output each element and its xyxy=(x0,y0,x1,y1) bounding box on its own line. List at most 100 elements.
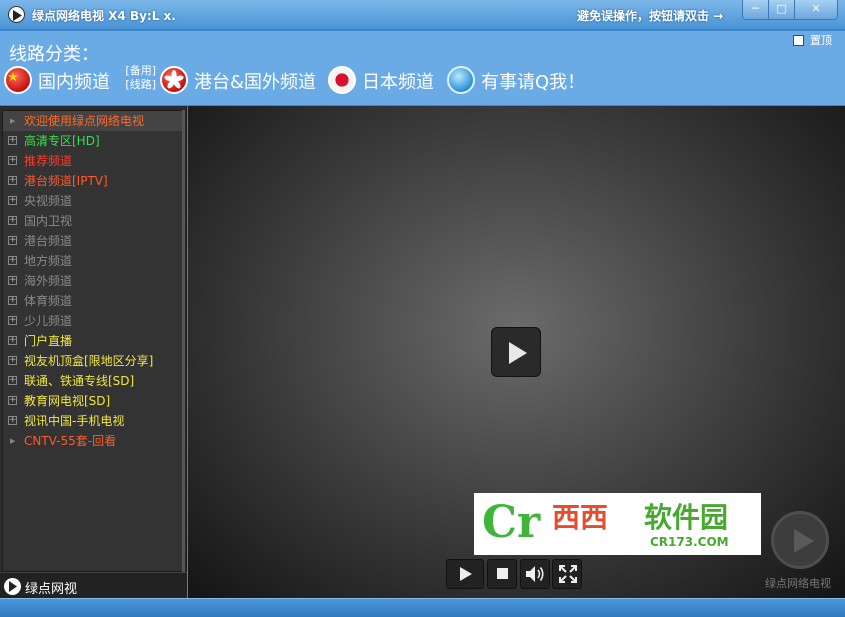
channel-item[interactable]: + 门户直播 xyxy=(3,331,182,351)
channel-item[interactable]: + 视友机顶盒[限地区分享] xyxy=(3,351,182,371)
fullscreen-icon xyxy=(559,565,577,583)
expand-icon: + xyxy=(8,335,17,345)
double-click-hint: 避免误操作，按钮请双击 → xyxy=(577,9,724,23)
expand-icon: + xyxy=(8,155,17,165)
channel-item-label: 推荐频道 xyxy=(24,154,73,168)
channel-list-scrollbar[interactable] xyxy=(182,110,185,572)
expand-icon: + xyxy=(8,275,17,285)
play-icon xyxy=(794,529,814,553)
pin-label[interactable]: 置顶 xyxy=(810,32,832,48)
app-play-icon xyxy=(4,578,21,595)
arrow-right-icon: ▶ xyxy=(10,437,16,445)
channel-item-label: 教育网电视[SD] xyxy=(24,394,111,408)
expand-icon: + xyxy=(8,215,17,225)
route-category-label: 线路分类： xyxy=(9,44,99,65)
expand-icon: + xyxy=(8,295,17,305)
window-title: 绿点网络电视 X4 By:L x. xyxy=(32,9,176,23)
channel-item-label: 海外频道 xyxy=(24,274,73,288)
sidebar-footer-label: 绿点网视 xyxy=(25,582,78,597)
route-japan-label: 日本频道 xyxy=(362,72,434,93)
channel-item-label: 联通、铁通专线[SD] xyxy=(24,374,135,388)
arrow-right-icon: ▶ xyxy=(10,117,16,125)
channel-item-label: 央视频道 xyxy=(24,194,73,208)
channel-item[interactable]: + 地方频道 xyxy=(3,251,182,271)
channel-item[interactable]: + 国内卫视 xyxy=(3,211,182,231)
stop-button[interactable] xyxy=(487,559,517,589)
channel-item-label: 地方频道 xyxy=(24,254,73,268)
expand-icon: + xyxy=(8,195,17,205)
corner-logo-label: 绿点网络电视 xyxy=(765,577,831,590)
route-header: 线路分类： 置顶 国内频道 [备用] [线路] 港台&国外频道 日本频道 有事请… xyxy=(0,31,845,105)
contact-qq-button[interactable]: 有事请Q我！ xyxy=(447,66,592,96)
play-icon xyxy=(460,567,472,581)
video-player[interactable]: Cr 西西 软件园 CR173.COM 绿点网络电视 xyxy=(188,106,845,598)
fullscreen-button[interactable] xyxy=(552,559,582,589)
hongkong-flag-icon xyxy=(160,66,188,94)
corner-logo xyxy=(771,511,829,569)
expand-icon: + xyxy=(8,255,17,265)
channel-list: ▶ 欢迎使用绿点网络电视 + 高清专区[HD] + 推荐频道 + 港台频道[IPTV] + 央视频… xyxy=(2,110,183,572)
expand-icon: + xyxy=(8,135,17,145)
channel-item[interactable]: + 推荐频道 xyxy=(3,151,182,171)
app-play-icon xyxy=(8,6,25,23)
expand-icon: + xyxy=(8,395,17,405)
expand-icon: + xyxy=(8,355,17,365)
expand-icon: + xyxy=(8,175,17,185)
backup-route-label[interactable]: [备用] [线路] xyxy=(116,64,156,92)
channel-item[interactable]: + 高清专区[HD] xyxy=(3,131,182,151)
watermark-name-part2: 软件园 xyxy=(644,501,729,534)
channel-item-label: 体育频道 xyxy=(24,294,73,308)
channel-item-label: CNTV-55套-回看 xyxy=(24,434,117,448)
status-bar xyxy=(0,598,845,617)
japan-flag-icon xyxy=(328,66,356,94)
channel-item-label: 国内卫视 xyxy=(24,214,73,228)
globe-icon xyxy=(447,66,475,94)
sidebar-footer[interactable]: 绿点网视 xyxy=(0,572,187,598)
watermark-name-part1: 西西 xyxy=(552,501,609,534)
minimize-button[interactable]: ─ xyxy=(742,0,769,20)
route-hk-foreign-button[interactable]: 港台&国外频道 xyxy=(160,66,320,96)
play-button[interactable] xyxy=(446,559,484,589)
channel-item[interactable]: + 少儿频道 xyxy=(3,311,182,331)
channel-item-label: 欢迎使用绿点网络电视 xyxy=(24,114,145,128)
expand-icon: + xyxy=(8,375,17,385)
channel-item[interactable]: ▶ CNTV-55套-回看 xyxy=(3,431,182,451)
channel-item[interactable]: + 海外频道 xyxy=(3,271,182,291)
route-domestic-label: 国内频道 xyxy=(38,72,110,93)
route-domestic-button[interactable]: 国内频道 xyxy=(4,66,114,96)
channel-item[interactable]: + 视讯中国-手机电视 xyxy=(3,411,182,431)
speaker-icon xyxy=(526,566,544,582)
route-hk-foreign-label: 港台&国外频道 xyxy=(194,72,317,93)
pin-checkbox[interactable] xyxy=(793,35,804,46)
channel-sidebar: ▶ 欢迎使用绿点网络电视 + 高清专区[HD] + 推荐频道 + 港台频道[IPTV] + 央视频… xyxy=(0,106,187,598)
expand-icon: + xyxy=(8,415,17,425)
expand-icon: + xyxy=(8,315,17,325)
channel-item-label: 港台频道 xyxy=(24,234,73,248)
big-play-button[interactable] xyxy=(491,327,541,377)
china-flag-icon xyxy=(4,66,32,94)
close-button[interactable]: ✕ xyxy=(794,0,838,20)
channel-item[interactable]: ▶ 欢迎使用绿点网络电视 xyxy=(3,111,182,131)
maximize-button[interactable]: □ xyxy=(768,0,795,20)
channel-item-label: 高清专区[HD] xyxy=(24,134,100,148)
channel-item[interactable]: + 教育网电视[SD] xyxy=(3,391,182,411)
channel-item-label: 视讯中国-手机电视 xyxy=(24,414,125,428)
channel-item-label: 港台频道[IPTV] xyxy=(24,174,108,188)
channel-item[interactable]: + 港台频道 xyxy=(3,231,182,251)
expand-icon: + xyxy=(8,235,17,245)
channel-item[interactable]: + 央视频道 xyxy=(3,191,182,211)
volume-button[interactable] xyxy=(520,559,550,589)
contact-qq-label: 有事请Q我！ xyxy=(481,72,586,93)
watermark-logo-mark: Cr xyxy=(482,497,541,548)
channel-item-label: 门户直播 xyxy=(24,334,73,348)
watermark-logo: Cr 西西 软件园 CR173.COM xyxy=(474,493,761,555)
channel-item-label: 少儿频道 xyxy=(24,314,73,328)
channel-item[interactable]: + 体育频道 xyxy=(3,291,182,311)
route-japan-button[interactable]: 日本频道 xyxy=(328,66,438,96)
channel-item[interactable]: + 港台频道[IPTV] xyxy=(3,171,182,191)
channel-item-label: 视友机顶盒[限地区分享] xyxy=(24,354,154,368)
play-icon xyxy=(509,342,527,364)
stop-icon xyxy=(497,568,508,579)
channel-item[interactable]: + 联通、铁通专线[SD] xyxy=(3,371,182,391)
watermark-url: CR173.COM xyxy=(650,535,729,549)
